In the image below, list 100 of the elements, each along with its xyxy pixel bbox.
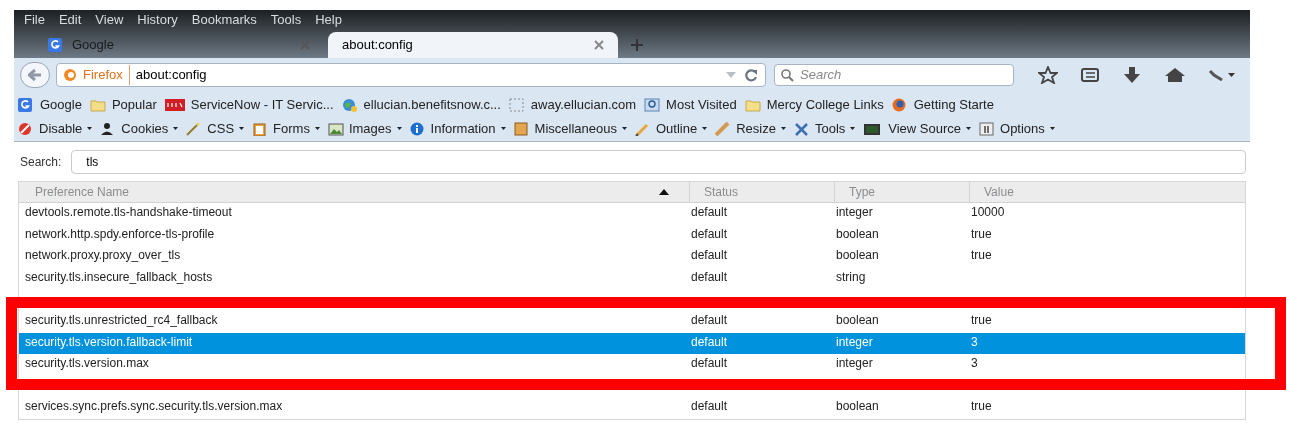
table-cell-text: string xyxy=(835,268,867,286)
bookmark[interactable]: ServiceNow - IT Servic... xyxy=(164,94,334,115)
search-label: Search: xyxy=(20,154,62,171)
table-row[interactable]: services.sync.prefs.sync.security.tls.version.max default boolean true xyxy=(19,375,1245,419)
menu-item[interactable]: Tools xyxy=(270,10,302,30)
box-icon xyxy=(513,122,530,136)
table-cell-text: true xyxy=(970,312,993,330)
table-cell-text: default xyxy=(690,355,729,373)
google-g-icon xyxy=(48,38,64,52)
bookmark[interactable]: away.ellucian.com xyxy=(508,94,637,115)
menu-item[interactable]: View xyxy=(95,10,124,30)
table-row[interactable]: security.tls.version.max default integer 3 xyxy=(19,354,1245,376)
toolbar-menu[interactable]: Resize xyxy=(715,119,786,139)
table-row[interactable]: devtools.remote.tls-handshake-timeout default integer 10000 xyxy=(19,203,1245,225)
table-cell-text: integer xyxy=(835,333,874,351)
table-cell-text: 3 xyxy=(970,355,979,373)
bookmark[interactable]: Mercy College Links xyxy=(744,94,884,115)
table-row[interactable]: security.tls.unrestricted_rc4_fallback default boolean true xyxy=(19,289,1245,333)
table-cell-text: security.tls.insecure_fallback_hosts xyxy=(24,268,214,286)
toolbar-menu[interactable]: Disable xyxy=(18,119,93,139)
caret-icon xyxy=(87,127,93,131)
table-cell-text: network.http.spdy.enforce-tls-profile xyxy=(24,225,216,243)
caret-icon xyxy=(314,127,320,131)
close-icon[interactable] xyxy=(594,40,604,50)
firefox-icon xyxy=(63,68,77,82)
search-input[interactable]: Search xyxy=(800,65,1000,85)
info-icon xyxy=(409,122,426,136)
url-text: about:config xyxy=(135,66,208,85)
table-cell-text: security.tls.version.max xyxy=(24,355,150,373)
pencil-icon xyxy=(634,122,651,136)
table-row[interactable]: network.proxy.proxy_over_tls default boolean true xyxy=(19,246,1245,268)
caret-icon xyxy=(500,127,506,131)
table-cell-text: default xyxy=(690,225,729,243)
toolbar-menu[interactable]: Miscellaneous xyxy=(513,119,627,139)
table-cell-text: boolean xyxy=(835,312,880,330)
table-cell-text: 10000 xyxy=(970,204,1006,222)
menu-item[interactable]: Bookmarks xyxy=(191,10,257,30)
table-cell-text: true xyxy=(970,247,993,265)
folder-icon xyxy=(744,97,761,112)
bookmark[interactable]: Getting Starte xyxy=(891,94,994,115)
table-cell-text: true xyxy=(970,225,993,243)
table-cell-text: true xyxy=(970,398,993,416)
download-icon[interactable] xyxy=(1122,66,1142,84)
caret-icon xyxy=(621,127,627,131)
caret-icon xyxy=(966,127,972,131)
table-row[interactable]: security.tls.insecure_fallback_hosts default string xyxy=(19,267,1245,290)
new-tab-icon[interactable] xyxy=(630,38,644,52)
table-cell-text: 3 xyxy=(970,333,979,351)
home-icon[interactable] xyxy=(1164,67,1186,83)
bookmark[interactable]: Most Visited xyxy=(644,94,737,115)
search-field[interactable]: Search xyxy=(774,64,1014,86)
globe-icon xyxy=(341,97,358,112)
filter-field[interactable]: tls xyxy=(71,150,1246,174)
back-arrow-icon xyxy=(28,69,42,81)
firefox-icon xyxy=(891,97,908,112)
back-button[interactable] xyxy=(20,62,50,88)
menu-item[interactable]: Edit xyxy=(58,10,82,30)
table-cell-text: default xyxy=(690,398,729,416)
toolbar-menu[interactable]: Forms xyxy=(252,119,320,139)
search-icon xyxy=(781,68,794,82)
toolbar-menu[interactable]: Options xyxy=(979,119,1055,139)
toolbar-menu[interactable]: CSS xyxy=(186,119,245,139)
bookmark[interactable]: Popular xyxy=(89,94,157,115)
caret-icon xyxy=(239,127,245,131)
toolbar-menu[interactable]: Images xyxy=(327,119,402,139)
caret-icon xyxy=(850,127,856,131)
browser-tab[interactable]: about:config xyxy=(328,32,618,58)
toolbar-menu[interactable]: Information xyxy=(409,119,506,139)
caret-icon xyxy=(173,127,179,131)
bookmark[interactable]: ellucian.benefitsnow.c... xyxy=(341,94,501,115)
table-cell-text: security.tls.version.fallback-limit xyxy=(24,333,194,351)
reload-icon[interactable] xyxy=(743,68,759,82)
clipboard-icon xyxy=(252,122,269,136)
caret-icon xyxy=(396,127,402,131)
dashed-square-icon xyxy=(508,97,525,112)
picture-icon xyxy=(327,122,344,136)
table-cell-text: default xyxy=(690,204,729,222)
table-cell-text: security.tls.unrestricted_rc4_fallback xyxy=(24,312,219,330)
reading-list-icon[interactable] xyxy=(1080,67,1100,83)
folder-icon xyxy=(89,97,106,112)
toolbar-menu[interactable]: View Source xyxy=(863,119,972,139)
table-cell-text: boolean xyxy=(835,247,880,265)
table-cell-text: integer xyxy=(835,204,874,222)
menu-item[interactable]: Help xyxy=(315,10,342,30)
table-cell-text: default xyxy=(690,333,729,351)
toolbar-menu[interactable]: Cookies xyxy=(100,119,179,139)
menu-item[interactable]: History xyxy=(137,10,178,30)
toolbar-menu[interactable]: Tools xyxy=(793,119,856,139)
prohibited-icon xyxy=(18,122,34,136)
toolbar-menu[interactable]: Outline xyxy=(634,119,708,139)
url-bar[interactable]: Firefox about:config xyxy=(56,63,766,87)
caret-icon xyxy=(780,127,786,131)
table-cell-text: boolean xyxy=(835,398,880,416)
bookmark[interactable]: Google xyxy=(18,94,82,115)
star-icon[interactable] xyxy=(1038,66,1058,84)
site-identity: Firefox xyxy=(83,65,130,85)
table-row[interactable]: network.http.spdy.enforce-tls-profile default boolean true xyxy=(19,224,1245,247)
table-cell-text: network.proxy.proxy_over_tls xyxy=(24,247,182,265)
sort-arrow-icon xyxy=(659,189,669,195)
menu-item[interactable]: File xyxy=(24,10,45,30)
